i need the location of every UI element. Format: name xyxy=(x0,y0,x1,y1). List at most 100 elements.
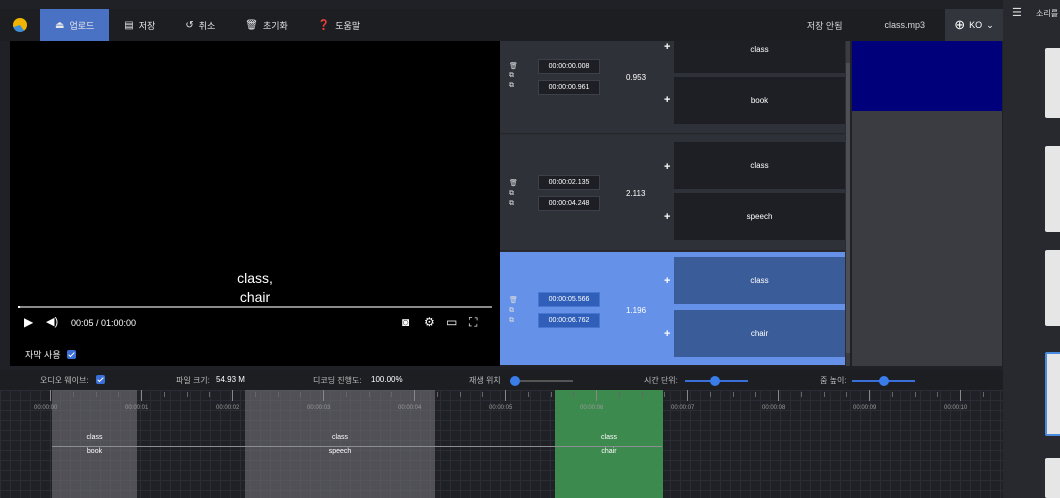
subtitle-overlay-line2: chair xyxy=(239,289,271,305)
start-time-input[interactable]: 00:00:05.566 xyxy=(538,292,600,307)
timeline-segment-active[interactable]: class chair xyxy=(555,390,663,498)
insert-above-icon[interactable]: ⧉ xyxy=(509,72,514,80)
zoom-knob[interactable] xyxy=(879,376,889,386)
timeline-minor-tick xyxy=(550,392,552,397)
delete-icon[interactable]: 🗑 xyxy=(509,296,518,304)
timeline-minor-tick xyxy=(914,392,916,397)
language-value: KO xyxy=(969,20,983,30)
insert-above-icon[interactable]: ⧉ xyxy=(509,190,514,198)
timeline-minor-tick xyxy=(482,392,484,397)
video-player[interactable]: class, chair ▶ ◀) 00:05 / 01:00:00 ◙ ⚙ ▭… xyxy=(10,41,500,366)
delete-icon[interactable]: 🗑 xyxy=(509,62,518,70)
language-selector[interactable]: ⊕ KO ⌄ xyxy=(945,9,1003,41)
thumbnail[interactable] xyxy=(1045,250,1060,326)
timeline-label: 00:00:02 xyxy=(216,405,240,411)
end-time-input[interactable]: 00:00:00.961 xyxy=(538,80,600,95)
delete-icon[interactable]: 🗑 xyxy=(509,179,518,187)
timeline-label: 00:00:04 xyxy=(398,405,422,411)
thumbnail[interactable] xyxy=(1045,146,1060,232)
fullscreen-icon[interactable]: ⛶ xyxy=(469,315,477,330)
timeline-tick xyxy=(141,390,142,401)
duration: 0.953 xyxy=(626,73,647,82)
timeline-minor-tick xyxy=(254,392,256,397)
timeline-minor-tick xyxy=(732,392,734,397)
help-button[interactable]: ❓ 도움말 xyxy=(303,9,375,41)
progress-fill xyxy=(18,306,20,308)
timeline-tick xyxy=(687,390,688,401)
undo-button[interactable]: ↺ 취소 xyxy=(170,9,230,41)
play-icon[interactable]: ▶ xyxy=(24,315,33,329)
play-position-knob[interactable] xyxy=(510,376,520,386)
subtitle-row[interactable]: 🗑 ⧉ ⧉ 00:00:02.135 00:00:04.248 2.113 + … xyxy=(500,135,845,251)
timeline-tick xyxy=(778,390,779,401)
insert-below-icon[interactable]: ⧉ xyxy=(509,82,514,90)
add-line-icon[interactable]: + xyxy=(664,41,670,53)
thumbnail[interactable] xyxy=(1045,458,1060,498)
insert-below-icon[interactable]: ⧉ xyxy=(509,317,514,325)
chevron-down-icon: ⌄ xyxy=(986,19,994,30)
save-button[interactable]: ▤ 저장 xyxy=(109,9,170,41)
subtitle-text-2[interactable]: chair xyxy=(674,310,845,357)
timeline-minor-tick xyxy=(209,392,211,397)
subtitle-toggle[interactable]: 자막 사용 xyxy=(25,348,76,361)
add-line-icon[interactable]: + xyxy=(664,211,670,223)
help-icon: ❓ xyxy=(317,19,331,31)
time-unit-knob[interactable] xyxy=(710,376,720,386)
reset-button[interactable]: 🗑 초기화 xyxy=(230,9,303,41)
subtitle-text-2[interactable]: book xyxy=(674,77,845,124)
upload-button[interactable]: ⏏ 업로드 xyxy=(40,9,110,41)
list-scroll-thumb[interactable] xyxy=(846,63,850,353)
timeline-minor-tick xyxy=(72,392,74,397)
subtitle-row[interactable]: 🗑 ⧉ ⧉ 00:00:00.008 00:00:00.961 0.953 + … xyxy=(500,41,845,134)
app-logo[interactable] xyxy=(0,9,40,41)
audio-wave-checkbox[interactable] xyxy=(96,375,105,384)
timeline-minor-tick xyxy=(527,392,529,397)
subtitle-row-active[interactable]: 🗑 ⧉ ⧉ 00:00:05.566 00:00:06.762 1.196 + … xyxy=(500,252,845,366)
timeline-label: 00:00:10 xyxy=(944,405,968,411)
upload-label: 업로드 xyxy=(69,20,95,31)
add-line-icon[interactable]: + xyxy=(664,275,670,287)
progress-bar[interactable] xyxy=(18,306,492,308)
timeline-minor-tick xyxy=(277,392,279,397)
duration: 1.196 xyxy=(626,306,647,315)
segment-text-2: chair xyxy=(601,448,617,455)
timeline-minor-tick xyxy=(459,392,461,397)
subtitle-text-1[interactable]: class xyxy=(674,257,845,304)
timeline[interactable]: class book class speech class chair 00:0… xyxy=(0,390,1003,498)
menu-icon[interactable]: ☰ xyxy=(1012,6,1022,19)
subtitle-text-1[interactable]: class xyxy=(674,142,845,189)
player-time: 00:05 / 01:00:00 xyxy=(71,318,137,328)
subtitle-text-2[interactable]: speech xyxy=(674,193,845,240)
timeline-label: 00:00:08 xyxy=(762,405,786,411)
settings-icon[interactable]: ⚙ xyxy=(424,315,435,329)
camera-icon[interactable]: ◙ xyxy=(402,315,409,329)
thumbnail-selected[interactable] xyxy=(1045,352,1060,436)
add-line-icon[interactable]: + xyxy=(664,94,670,106)
preview-panel xyxy=(852,41,1002,111)
timeline-label: 00:00:06 xyxy=(580,405,604,411)
timeline-minor-tick xyxy=(618,392,620,397)
end-time-input[interactable]: 00:00:04.248 xyxy=(538,196,600,211)
save-status: 저장 안됨 xyxy=(806,20,843,31)
start-time-input[interactable]: 00:00:02.135 xyxy=(538,175,600,190)
undo-label: 취소 xyxy=(198,20,216,31)
trash-icon: 🗑 xyxy=(245,19,258,31)
subtitle-text-1[interactable]: class xyxy=(674,41,845,73)
volume-icon[interactable]: ◀) xyxy=(46,315,58,328)
end-time-input[interactable]: 00:00:06.762 xyxy=(538,313,600,328)
timeline-minor-tick xyxy=(436,392,438,397)
theater-mode-icon[interactable]: ▭ xyxy=(446,315,457,329)
start-time-input[interactable]: 00:00:00.008 xyxy=(538,59,600,74)
insert-above-icon[interactable]: ⧉ xyxy=(509,307,514,315)
globe-icon: ⊕ xyxy=(954,17,966,32)
timeline-minor-tick xyxy=(118,392,120,397)
subtitle-checkbox[interactable] xyxy=(66,350,76,359)
insert-below-icon[interactable]: ⧉ xyxy=(509,200,514,208)
subtitle-overlay-line1: class, xyxy=(237,270,273,286)
save-icon: ▤ xyxy=(124,19,134,31)
timeline-minor-tick xyxy=(800,392,802,397)
thumbnail[interactable] xyxy=(1045,48,1060,118)
add-line-icon[interactable]: + xyxy=(664,328,670,340)
add-line-icon[interactable]: + xyxy=(664,161,670,173)
subtitle-list: 🗑 ⧉ ⧉ 00:00:00.008 00:00:00.961 0.953 + … xyxy=(500,41,850,366)
